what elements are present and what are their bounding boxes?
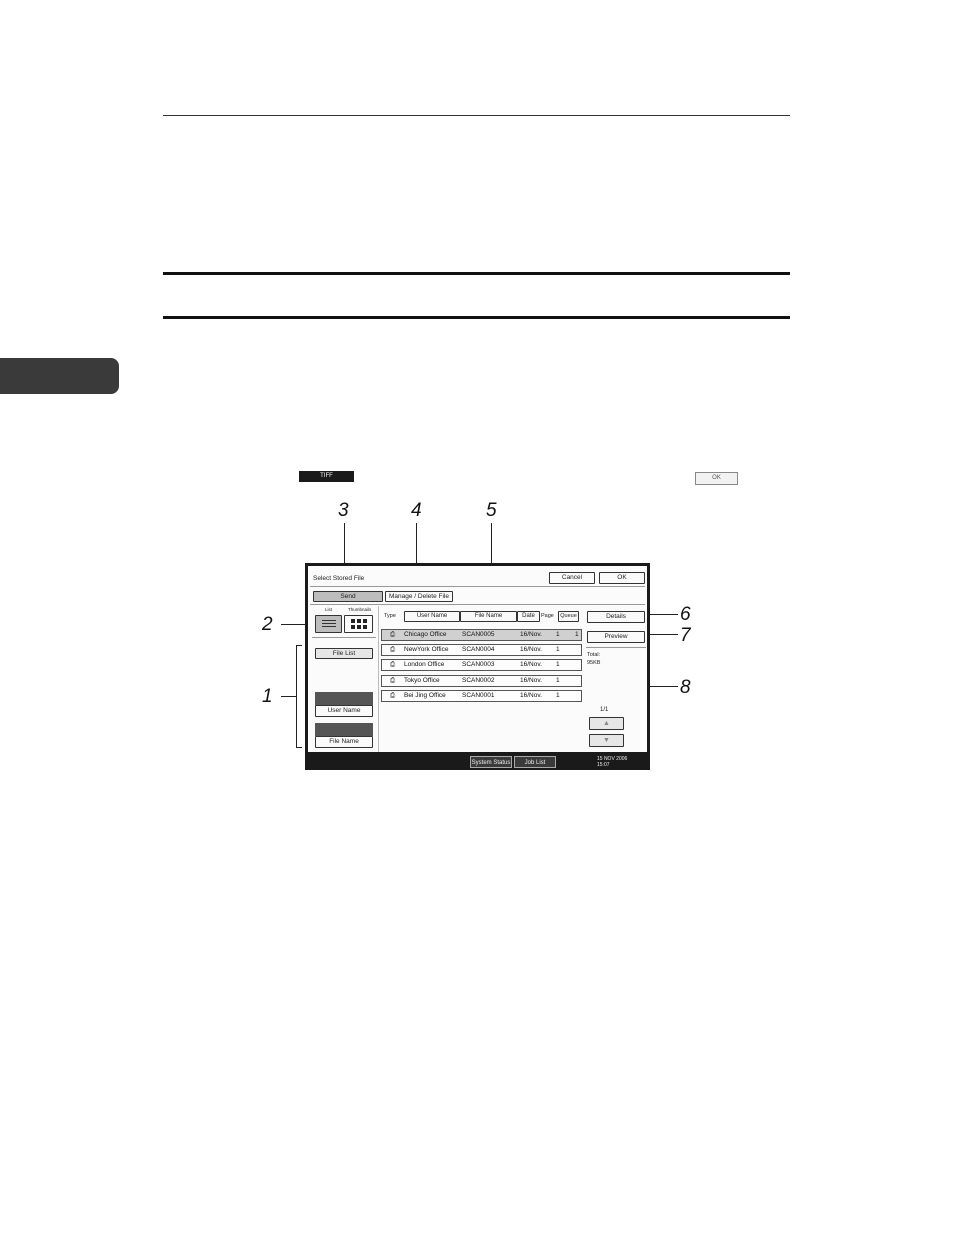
row-file: SCAN0003 xyxy=(462,661,495,668)
row-date: 16/Nov. xyxy=(520,692,542,699)
row-page: 1 xyxy=(556,661,560,668)
file-name-key[interactable] xyxy=(315,723,373,736)
tab-divider xyxy=(310,604,645,605)
total-value: 95KB xyxy=(587,660,601,666)
bracket-1-top xyxy=(296,645,302,646)
callout-6: 6 xyxy=(680,604,691,625)
file-name-button[interactable]: File Name xyxy=(315,736,373,748)
callout-line-1 xyxy=(281,696,296,697)
row-user: Tokyo Office xyxy=(404,677,440,684)
row-date: 16/Nov. xyxy=(520,631,542,638)
callout-7: 7 xyxy=(680,625,691,646)
thumbnails-view-button[interactable] xyxy=(344,615,373,633)
chapter-tab xyxy=(0,358,119,394)
user-name-button[interactable]: User Name xyxy=(315,705,373,717)
bracket-1 xyxy=(296,645,297,748)
tiff-key: TIFF xyxy=(299,471,354,482)
row-page: 1 xyxy=(556,646,560,653)
table-row[interactable]: ⎙ Chicago Office SCAN0005 16/Nov. 1 1 xyxy=(381,629,582,641)
row-file: SCAN0005 xyxy=(462,631,495,638)
page-indicator: 1/1 xyxy=(600,707,609,713)
row-page: 1 xyxy=(556,677,560,684)
status-bar: System Status Job List 15 NOV 2006 15:07 xyxy=(305,752,650,770)
arrow-up-icon: ▲ xyxy=(603,720,610,727)
callout-4: 4 xyxy=(411,500,422,521)
user-name-key[interactable] xyxy=(315,692,373,705)
view-list-label: List xyxy=(325,607,333,612)
table-row[interactable]: ⎙ Tokyo Office SCAN0002 16/Nov. 1 xyxy=(381,675,582,687)
table-row[interactable]: ⎙ NewYork Office SCAN0004 16/Nov. 1 xyxy=(381,644,582,656)
list-icon xyxy=(321,620,336,627)
status-time: 15:07 xyxy=(597,762,610,768)
view-divider xyxy=(312,637,376,638)
control-panel-screen: Select Stored File Cancel OK Send Manage… xyxy=(305,563,650,770)
col-queue[interactable]: Queue xyxy=(558,611,579,622)
ok-key: OK xyxy=(695,472,738,485)
table-row[interactable]: ⎙ London Office SCAN0003 16/Nov. 1 xyxy=(381,659,582,671)
preview-button[interactable]: Preview xyxy=(587,631,645,643)
bracket-1-bottom xyxy=(296,747,302,748)
screen-content: Select Stored File Cancel OK Send Manage… xyxy=(308,566,647,752)
tab-send[interactable]: Send xyxy=(313,591,383,602)
cancel-button[interactable]: Cancel xyxy=(549,572,595,584)
col-file-name[interactable]: File Name xyxy=(460,611,517,622)
callout-8: 8 xyxy=(680,677,691,698)
row-date: 16/Nov. xyxy=(520,677,542,684)
row-page: 1 xyxy=(556,692,560,699)
total-label: Total: xyxy=(587,652,601,658)
grid-icon xyxy=(350,619,367,629)
arrow-down-icon: ▼ xyxy=(603,737,610,744)
callout-1: 1 xyxy=(262,686,273,707)
scanner-icon: ⎙ xyxy=(390,646,396,653)
row-user: Bei Jing Office xyxy=(404,692,446,699)
job-list-button[interactable]: Job List xyxy=(514,756,556,768)
scroll-down-button[interactable]: ▼ xyxy=(589,734,624,747)
row-page: 1 xyxy=(556,631,560,638)
row-user: Chicago Office xyxy=(404,631,447,638)
row-user: NewYork Office xyxy=(404,646,449,653)
col-page: Page xyxy=(541,613,554,619)
callout-3: 3 xyxy=(338,500,349,521)
row-file: SCAN0002 xyxy=(462,677,495,684)
callout-2: 2 xyxy=(262,614,273,635)
section-rule-bottom xyxy=(163,316,790,319)
col-type: Type xyxy=(384,613,396,619)
ok-button[interactable]: OK xyxy=(599,572,645,584)
title-divider xyxy=(310,586,645,587)
system-status-button[interactable]: System Status xyxy=(470,756,512,768)
screen-title: Select Stored File xyxy=(313,575,365,582)
table-row[interactable]: ⎙ Bei Jing Office SCAN0001 16/Nov. 1 xyxy=(381,690,582,702)
callout-5: 5 xyxy=(486,500,497,521)
file-list-button[interactable]: File List xyxy=(315,648,373,659)
right-divider xyxy=(586,647,646,648)
list-view-button[interactable] xyxy=(315,615,342,633)
scanner-icon: ⎙ xyxy=(390,661,396,668)
details-button[interactable]: Details xyxy=(587,611,645,623)
col-date[interactable]: Date xyxy=(517,611,540,622)
col-user-name[interactable]: User Name xyxy=(404,611,460,622)
scanner-icon: ⎙ xyxy=(390,692,396,699)
scroll-up-button[interactable]: ▲ xyxy=(589,717,624,730)
row-user: London Office xyxy=(404,661,445,668)
top-rule xyxy=(163,115,790,116)
row-file: SCAN0001 xyxy=(462,692,495,699)
tab-manage-delete[interactable]: Manage / Delete File xyxy=(385,591,453,602)
left-panel-divider xyxy=(378,606,379,752)
scanner-icon: ⎙ xyxy=(390,631,396,638)
row-date: 16/Nov. xyxy=(520,646,542,653)
view-thumbnails-label: Thumbnails xyxy=(348,607,372,612)
row-date: 16/Nov. xyxy=(520,661,542,668)
scanner-icon: ⎙ xyxy=(390,677,396,684)
row-queue: 1 xyxy=(575,631,579,638)
row-file: SCAN0004 xyxy=(462,646,495,653)
section-rule-top xyxy=(163,272,790,275)
